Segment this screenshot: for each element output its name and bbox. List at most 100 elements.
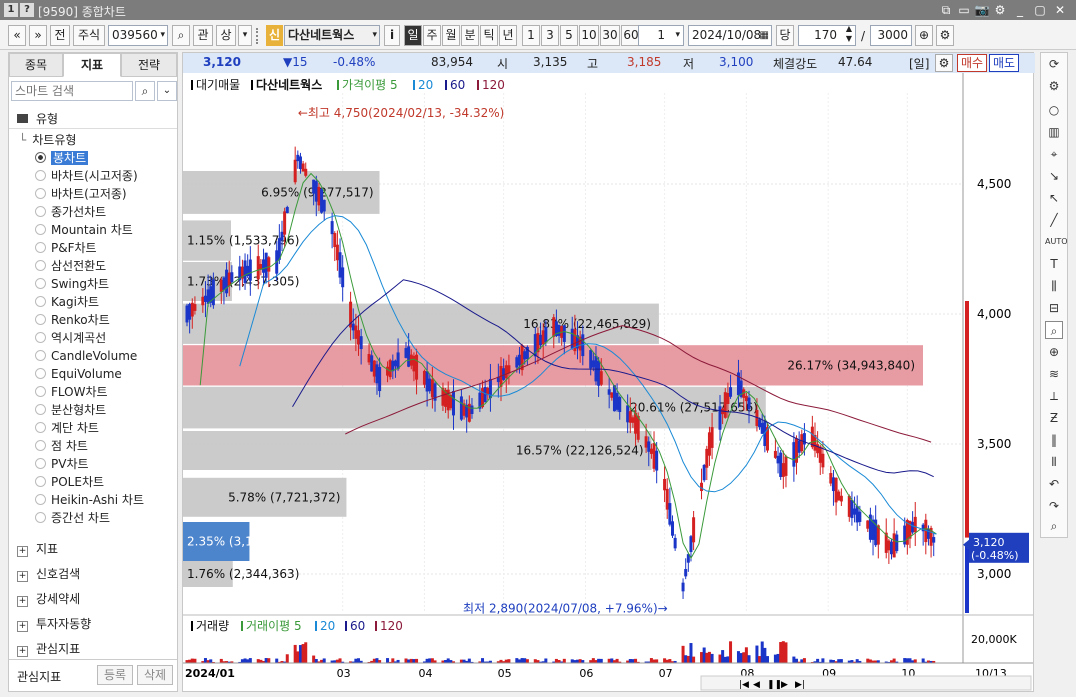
interval-select[interactable]: 1 ▾ <box>638 25 684 46</box>
stock-info-button[interactable]: i <box>384 25 400 46</box>
expand-plus-icon[interactable]: + <box>17 571 28 582</box>
tab-stock[interactable]: 종목 <box>9 53 63 77</box>
radio-icon[interactable] <box>35 188 46 199</box>
radio-icon[interactable] <box>35 404 46 415</box>
circle-icon[interactable]: ○ <box>1045 101 1063 119</box>
link-window-icon[interactable]: ⧉ <box>938 2 954 18</box>
undo-icon[interactable]: ↶ <box>1045 475 1063 493</box>
radio-icon[interactable] <box>35 386 46 397</box>
register-button[interactable]: 등록 <box>97 665 133 685</box>
interval-button[interactable]: 1 <box>522 25 540 46</box>
ruler-icon[interactable]: ⊟ <box>1045 299 1063 317</box>
section-item[interactable]: + 강세약세 <box>17 590 80 607</box>
period-button[interactable]: 주 <box>423 25 441 46</box>
radio-icon[interactable] <box>35 278 46 289</box>
gear-icon[interactable]: ⚙ <box>936 25 954 46</box>
period-button[interactable]: 월 <box>442 25 460 46</box>
scroll-control-icon[interactable]: |◀ <box>739 680 749 690</box>
gear-icon[interactable]: ⚙ <box>1045 77 1063 95</box>
period-button[interactable]: 분 <box>461 25 479 46</box>
screenshot-icon[interactable]: 📷 <box>974 2 990 18</box>
search-icon[interactable]: ⌕ <box>135 81 155 101</box>
next-stock-button[interactable]: » <box>29 25 47 46</box>
scroll-control-icon[interactable]: ❚❚ <box>767 680 782 690</box>
radio-icon[interactable] <box>35 170 46 181</box>
delete-button[interactable]: 삭제 <box>137 665 173 685</box>
chart-type-item[interactable]: 종가선차트 <box>35 204 106 220</box>
section-item[interactable]: + 투자자동향 <box>17 615 91 632</box>
scroll-control-icon[interactable]: ▶ <box>781 680 788 690</box>
buy-button[interactable]: 매수 <box>957 54 987 72</box>
stock-name-field[interactable]: 다산네트웍스 ▾ <box>284 25 380 46</box>
bar-chart-icon[interactable]: ▥ <box>1045 123 1063 141</box>
price-chart[interactable]: 3,000 3,500 4,000 4,500 1.76% (2,344,363) 2.3… <box>183 73 1033 691</box>
chart-scroll-controls[interactable] <box>700 675 1032 691</box>
tree-root[interactable]: 유형 <box>17 110 58 127</box>
chevron-down-icon[interactable]: ▾ <box>372 26 377 45</box>
tree-subfolder[interactable]: └ 차트유형 <box>19 131 76 148</box>
radio-icon[interactable] <box>35 152 46 163</box>
minimize-icon[interactable]: _ <box>1012 2 1028 18</box>
section-item[interactable]: + 관심지표 <box>17 640 80 657</box>
gann-icon[interactable]: ⦀ <box>1045 453 1063 471</box>
radio-icon[interactable] <box>35 314 46 325</box>
help-icon[interactable]: ? <box>20 3 34 17</box>
refresh-icon[interactable]: ⟳ <box>1045 55 1063 73</box>
tab-strategy[interactable]: 전략 <box>121 53 177 77</box>
pointer-line-icon[interactable]: ↖ <box>1045 189 1063 207</box>
chart-type-item[interactable]: 분산형차트 <box>35 402 106 418</box>
radio-icon[interactable] <box>35 422 46 433</box>
maximize-icon[interactable]: ▢ <box>1032 2 1048 18</box>
expand-plus-icon[interactable]: + <box>17 646 28 657</box>
spinner-icon[interactable]: ▲ ▼ <box>846 24 852 44</box>
count-input[interactable]: 170 ▲ ▼ <box>798 24 856 46</box>
stock-code-input[interactable]: 039560 ▾ <box>108 25 168 46</box>
tab-indicator[interactable]: 지표 <box>63 53 121 77</box>
interval-button[interactable]: 30 <box>600 25 620 46</box>
current-button[interactable]: 당 <box>776 25 794 46</box>
candle-tool-icon[interactable]: ⫼ <box>1045 277 1063 295</box>
gear-icon[interactable]: ⚙ <box>935 54 953 72</box>
radio-icon[interactable] <box>35 242 46 253</box>
radio-icon[interactable] <box>35 494 46 505</box>
chart-type-item[interactable]: 계단 차트 <box>35 420 99 436</box>
radio-icon[interactable] <box>35 332 46 343</box>
chart-type-item[interactable]: EquiVolume <box>35 366 122 382</box>
auto-line-icon[interactable]: AUTO <box>1045 233 1068 251</box>
section-item[interactable]: + 신호검색 <box>17 565 80 582</box>
sector-button[interactable]: 상 <box>216 25 236 46</box>
chart-type-item[interactable]: CandleVolume <box>35 348 137 364</box>
period-button[interactable]: 년 <box>499 25 517 46</box>
chart-type-item[interactable]: 점 차트 <box>35 438 88 454</box>
interval-button[interactable]: 3 <box>541 25 559 46</box>
radio-icon[interactable] <box>35 260 46 271</box>
interval-button[interactable]: 5 <box>560 25 578 46</box>
chart-type-item[interactable]: 삼선전환도 <box>35 258 106 274</box>
market-select[interactable]: 주식 <box>73 25 105 46</box>
chart-type-item[interactable]: Heikin-Ashi 차트 <box>35 492 144 508</box>
chart-type-item[interactable]: Swing차트 <box>35 276 109 292</box>
chart-type-item[interactable]: 증간선 차트 <box>35 510 110 526</box>
sell-button[interactable]: 매도 <box>989 54 1019 72</box>
expand-plus-icon[interactable]: + <box>17 596 28 607</box>
arrow-line-icon[interactable]: ↘ <box>1045 167 1063 185</box>
fibonacci-icon[interactable]: ≋ <box>1045 365 1063 383</box>
radio-icon[interactable] <box>35 206 46 217</box>
redo-icon[interactable]: ↷ <box>1045 497 1063 515</box>
window-settings-icon[interactable]: ⚙ <box>992 2 1008 18</box>
chevron-down-icon[interactable]: ▾ <box>238 25 252 46</box>
chart-type-item[interactable]: P&F차트 <box>35 240 97 256</box>
zoom-in-icon[interactable]: ⊕ <box>1045 343 1063 361</box>
magnifier-icon[interactable]: ⌕ <box>1045 517 1063 535</box>
all-button[interactable]: 전 <box>50 25 70 46</box>
prev-stock-button[interactable]: « <box>8 25 26 46</box>
chart-type-item[interactable]: Mountain 차트 <box>35 222 133 238</box>
chart-type-item[interactable]: 봉차트 <box>35 150 89 166</box>
max-count-input[interactable]: 3000 <box>870 25 912 46</box>
text-tool-icon[interactable]: T <box>1045 255 1063 273</box>
chart-type-item[interactable]: 역시계곡선 <box>35 330 106 346</box>
chart-type-item[interactable]: POLE차트 <box>35 474 104 490</box>
chart-type-item[interactable]: FLOW차트 <box>35 384 108 400</box>
vertical-lines-icon[interactable]: ‖ <box>1045 431 1063 449</box>
smart-search-input[interactable] <box>11 81 133 101</box>
